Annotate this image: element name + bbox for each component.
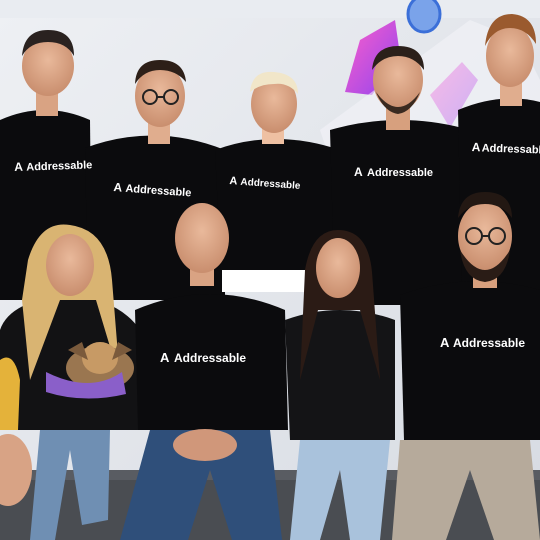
brand-mark-icon: A <box>472 140 481 154</box>
brand-mark-icon: A <box>440 335 450 350</box>
brand-mark-icon: A <box>113 180 123 195</box>
brand-mark-icon: A <box>354 165 363 179</box>
shirt-logo-text: Addressable <box>453 336 525 350</box>
shirt-logo-text: Addressable <box>482 142 540 156</box>
brand-mark-icon: A <box>229 175 238 188</box>
brand-mark-icon: A <box>160 350 170 365</box>
shirt-logo-text: Addressable <box>174 351 246 365</box>
photo-canvas: A Addressable A Addressable A Addressabl… <box>0 0 540 540</box>
shirt-logo-text: Addressable <box>26 159 92 173</box>
shirt-logo-front-4: A Addressable <box>440 335 525 350</box>
team-photo: A Addressable A Addressable A Addressabl… <box>0 0 540 540</box>
brand-mark-icon: A <box>14 160 23 174</box>
shirt-logo-text: Addressable <box>367 167 433 179</box>
